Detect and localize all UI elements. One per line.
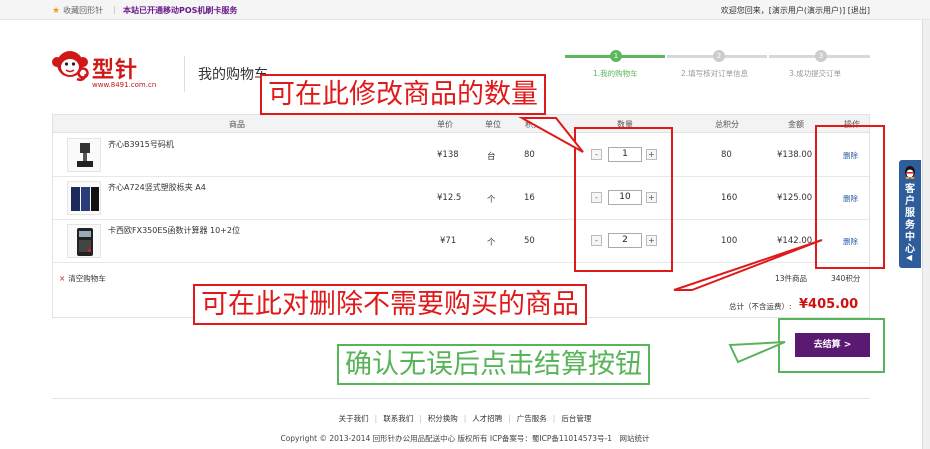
monkey-mascot-icon (52, 51, 89, 82)
amount-cell: ¥142.00 (777, 236, 813, 246)
header-product: 商品 (229, 120, 245, 129)
top-bar: ★ 收藏回形针 | 本站已开通移动POS机刷卡服务 欢迎您回来，[演示用户(演示用… (0, 0, 930, 20)
points-cell: 16 (524, 193, 535, 203)
step-2-marker: 2 (713, 50, 725, 62)
price-cell: ¥12.5 (437, 193, 462, 203)
product-image[interactable] (67, 138, 101, 172)
item-count: 13件商品 (775, 274, 808, 283)
checkout-steps: 1 2 3 1.我的购物车 2.填写核对订单信息 3.成功提交订单 (565, 48, 870, 88)
product-name[interactable]: 齐心A724竖式塑胶栎夹 A4 (108, 182, 206, 193)
step-2-label: 2.填写核对订单信息 (681, 69, 749, 78)
binder-folder-icon (71, 187, 99, 211)
total-points-cell: 100 (721, 236, 738, 246)
footer-link-contact[interactable]: 联系我们 (383, 414, 413, 423)
step-1-marker: 1 (610, 50, 622, 62)
product-name[interactable]: 卡西欧FX350ES函数计算器 10+2位 (108, 225, 240, 236)
header-total-points: 总积分 (715, 120, 739, 129)
site-logo[interactable]: 型针 www.8491.com.cn (50, 46, 170, 94)
footer-link-jobs[interactable]: 人才招聘 (472, 414, 502, 423)
step-1-label: 1.我的购物车 (593, 69, 638, 78)
topbar-separator: | (113, 5, 116, 14)
footer-link-about[interactable]: 关于我们 (339, 414, 369, 423)
table-header: 商品 单价 单位 积分 数量 总积分 金额 操作 (53, 115, 869, 133)
step-3-marker: 3 (815, 50, 827, 62)
footer-link-ads[interactable]: 广告服务 (517, 414, 547, 423)
checkout-highlight-box (778, 318, 885, 373)
collapse-arrow-icon[interactable]: ◀ (906, 253, 912, 262)
price-cell: ¥138 (437, 150, 459, 160)
clear-cart-link[interactable]: × 清空购物车 (59, 273, 106, 284)
favorite-link[interactable]: ★ 收藏回形针 (52, 5, 103, 16)
total-amount: ¥405.00 (799, 297, 859, 312)
pos-notice[interactable]: 本站已开通移动POS机刷卡服务 (123, 5, 237, 16)
header-price: 单价 (437, 120, 453, 129)
footer-link-admin[interactable]: 后台管理 (561, 414, 591, 423)
total-label: 总计（不含运费）: (729, 302, 792, 311)
header-divider (184, 56, 185, 92)
price-cell: ¥71 (440, 236, 457, 246)
product-image[interactable] (67, 224, 101, 258)
checkout-callout: 确认无误后点击结算按钮 (337, 344, 650, 385)
total-points-cell: 80 (721, 150, 732, 160)
table-row: 齐心A724竖式塑胶栎夹 A4 ¥12.5 个 16 - 10 + 160 ¥1… (53, 177, 869, 220)
table-row: 齐心B3915号码机 ¥138 台 80 - 1 + 80 ¥138.00 删除 (53, 134, 869, 177)
stamp-machine-icon (77, 143, 93, 167)
header-unit: 单位 (485, 120, 501, 129)
header-amount: 金额 (788, 120, 804, 129)
calculator-icon (77, 228, 93, 256)
footer-divider (52, 398, 870, 399)
qq-penguin-icon (905, 166, 915, 179)
page-title: 我的购物车 (198, 67, 268, 83)
qty-highlight-box (574, 127, 673, 272)
copyright-text: Copyright © 2013-2014 回形针办公用品配送中心 版权所有 I… (280, 434, 650, 443)
welcome-text[interactable]: 欢迎您回来，[演示用户(演示用户)] [退出] (721, 5, 870, 16)
points-cell: 80 (524, 150, 535, 160)
total-points: 340积分 (831, 274, 861, 283)
points-cell: 50 (524, 236, 535, 246)
unit-cell: 台 (487, 152, 496, 162)
star-icon: ★ (52, 6, 61, 16)
footer-links: 关于我们 | 联系我们 | 积分换购 | 人才招聘 | 广告服务 | 后台管理 (338, 414, 592, 423)
amount-cell: ¥125.00 (777, 193, 813, 203)
table-row: 卡西欧FX350ES函数计算器 10+2位 ¥71 个 50 - 2 + 100… (53, 220, 869, 263)
unit-cell: 个 (487, 238, 496, 248)
scrollbar[interactable] (922, 20, 930, 449)
amount-cell: ¥138.00 (777, 150, 813, 160)
qty-callout: 可在此修改商品的数量 (260, 74, 546, 115)
step-3-label: 3.成功提交订单 (789, 69, 842, 78)
clear-x-icon: × (59, 274, 66, 283)
header-points: 积分 (525, 120, 541, 129)
delete-callout: 可在此对删除不需要购买的商品 (193, 284, 587, 325)
brand-name: 型针 (92, 58, 139, 83)
product-name[interactable]: 齐心B3915号码机 (108, 139, 174, 150)
brand-url: www.8491.com.cn (92, 81, 157, 89)
total-points-cell: 160 (721, 193, 738, 203)
unit-cell: 个 (487, 195, 496, 205)
footer-link-points[interactable]: 积分换购 (428, 414, 458, 423)
customer-service-tab[interactable]: 客户服务中心 ◀ (899, 160, 921, 268)
delete-highlight-box (815, 125, 885, 269)
product-image[interactable] (67, 181, 101, 215)
service-label: 客户服务中心 (905, 184, 915, 255)
